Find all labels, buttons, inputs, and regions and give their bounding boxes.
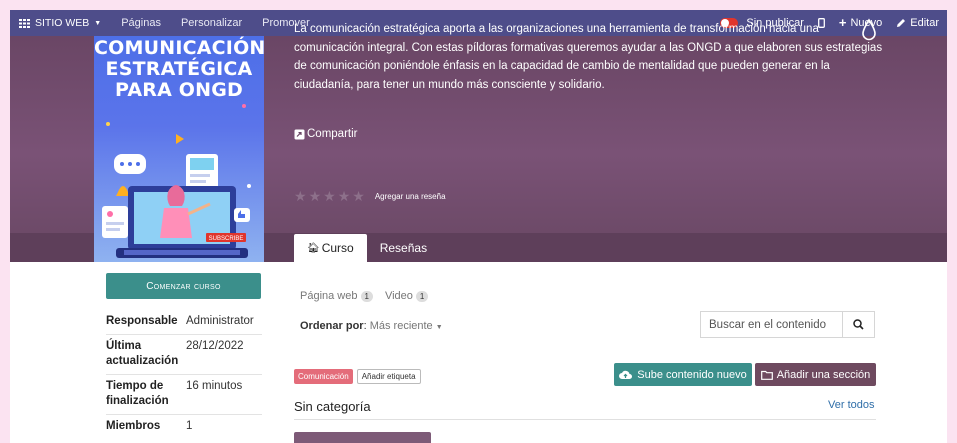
start-course-label: Comenzar curso: [146, 280, 221, 292]
info-row-last-update: Última actualización 28/12/2022: [106, 335, 262, 375]
search-input[interactable]: [701, 312, 842, 337]
info-key: Responsable: [106, 315, 178, 327]
tab-reviews[interactable]: Reseñas: [367, 234, 440, 262]
course-tabs: 🏠︎ Curso Reseñas: [294, 234, 440, 262]
sort-value: Más reciente: [369, 320, 433, 332]
info-value: 16 minutos: [186, 380, 243, 392]
start-course-button[interactable]: Comenzar curso: [106, 273, 261, 299]
section-divider: [294, 419, 876, 420]
info-value: 1: [186, 420, 193, 432]
caret-down-icon: ▼: [94, 19, 102, 27]
rating-stars: ★ ★ ★ ★ ★ Agregar una reseña: [294, 188, 446, 205]
info-key: Tiempo de finalización: [106, 380, 169, 407]
course-info-table: Responsable Administrator Última actuali…: [106, 310, 262, 439]
cover-illustration: SUBSCRIBE: [102, 104, 251, 258]
caret-down-icon: ▼: [435, 324, 443, 331]
star-icon: ★: [352, 188, 365, 204]
website-menu-label: SITIO WEB: [35, 17, 90, 29]
edit-button[interactable]: Editar: [896, 17, 939, 29]
menu-customize[interactable]: Personalizar: [171, 17, 252, 29]
star-icon: ★: [337, 188, 351, 204]
info-row-responsible: Responsable Administrator: [106, 310, 262, 335]
star-icon: ★: [308, 188, 322, 204]
sort-dropdown[interactable]: Ordenar por: Más reciente ▼: [300, 320, 443, 332]
folder-icon: [760, 370, 773, 380]
upload-content-label: Sube contenido nuevo: [637, 368, 747, 381]
see-all-link[interactable]: Ver todos: [828, 399, 874, 411]
search-icon: [853, 319, 864, 330]
content-search: [700, 311, 875, 338]
tab-course[interactable]: 🏠︎ Curso: [294, 234, 367, 262]
tag-badge[interactable]: Comunicación: [294, 369, 353, 384]
cover-badge-text: SUBSCRIBE: [209, 236, 244, 242]
share-link[interactable]: Compartir: [294, 128, 357, 140]
upload-content-button[interactable]: Sube contenido nuevo: [614, 363, 752, 386]
sort-label: Ordenar por: [300, 320, 364, 332]
add-tag-button[interactable]: Añadir etiqueta: [356, 369, 421, 384]
filter-video-label: Video: [384, 290, 413, 302]
course-tags: Comunicación Añadir etiqueta: [294, 369, 421, 384]
content-item-button[interactable]: [294, 432, 431, 443]
add-section-button[interactable]: Añadir una sección: [755, 363, 876, 386]
info-value: 28/12/2022: [186, 340, 244, 352]
info-value: Administrator: [186, 315, 254, 327]
add-section-label: Añadir una sección: [776, 368, 871, 381]
info-row-members: Miembros 1: [106, 415, 262, 439]
filter-webpage-label: Página web: [300, 290, 358, 302]
apps-grid-icon: [19, 18, 30, 28]
tab-reviews-label: Reseñas: [379, 241, 428, 255]
star-icon: ★: [323, 188, 336, 204]
filter-video[interactable]: Video 1: [384, 290, 429, 302]
filter-webpage-count: 1: [360, 290, 373, 302]
info-key: Miembros: [106, 420, 161, 432]
share-label: Compartir: [307, 128, 358, 140]
page: SITIO WEB ▼ Páginas Personalizar Promove…: [10, 10, 947, 443]
course-description: La comunicación estratégica aporta a las…: [294, 23, 883, 91]
info-row-completion-time: Tiempo de finalización 16 minutos: [106, 375, 262, 415]
share-icon: [294, 129, 305, 139]
search-button[interactable]: [842, 312, 874, 337]
filter-video-count: 1: [415, 290, 429, 302]
star-icon: ★: [294, 188, 307, 204]
filter-webpage[interactable]: Página web 1: [300, 290, 373, 302]
tab-course-label: Curso: [321, 241, 354, 255]
content-type-filters: Página web 1 Video 1: [300, 290, 429, 302]
pencil-icon: [897, 19, 906, 27]
edit-label: Editar: [910, 17, 939, 29]
website-menu-button[interactable]: SITIO WEB ▼: [10, 17, 111, 29]
menu-pages[interactable]: Páginas: [111, 17, 171, 29]
section-title: Sin categoría: [294, 399, 371, 414]
add-review-link[interactable]: Agregar una reseña: [375, 192, 446, 201]
home-icon: 🏠︎: [307, 242, 320, 254]
cloud-upload-icon: [619, 370, 633, 379]
course-cover-image: COMUNICACIÓN ESTRATÉGICA PARA ONGD SUBSC…: [94, 36, 264, 262]
info-key: Última actualización: [106, 340, 179, 367]
